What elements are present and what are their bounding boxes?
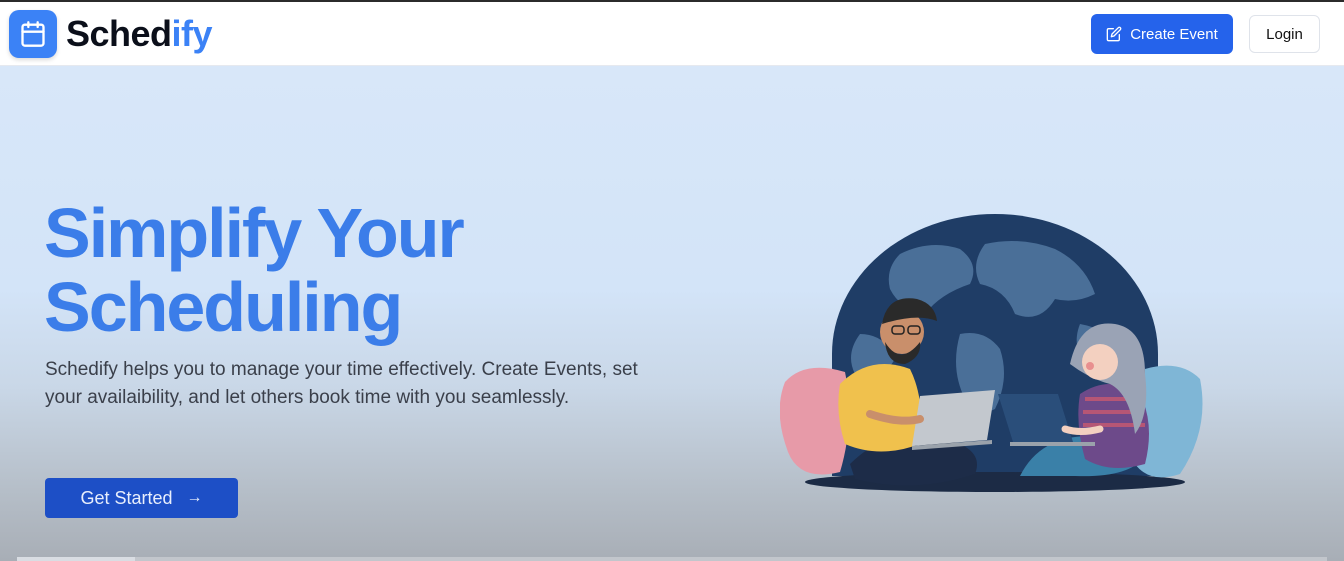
get-started-label: Get Started (80, 487, 173, 508)
hero-title: Simplify Your Scheduling (44, 196, 604, 344)
login-button[interactable]: Login (1249, 15, 1320, 53)
calendar-icon (9, 10, 57, 58)
create-event-label: Create Event (1130, 25, 1218, 43)
create-event-button[interactable]: Create Event (1091, 14, 1233, 54)
navbar: Schedify Create Event Login (0, 2, 1344, 66)
hero-illustration (780, 214, 1203, 492)
brand-name-accent: ify (171, 13, 213, 54)
hero-title-line2: Scheduling (44, 268, 403, 346)
get-started-button[interactable]: Get Started → (45, 478, 238, 518)
hero-section: Simplify Your Scheduling Schedify helps … (0, 66, 1344, 561)
horizontal-scrollbar-thumb[interactable] (17, 557, 135, 561)
brand-logo-link[interactable]: Schedify (9, 10, 213, 58)
hero-description: Schedify helps you to manage your time e… (45, 359, 638, 408)
hero-title-line1: Simplify Your (44, 194, 465, 272)
edit-icon (1106, 26, 1122, 42)
arrow-right-icon: → (186, 489, 203, 506)
horizontal-scrollbar-track[interactable] (135, 557, 1327, 561)
brand-name-main: Sched (66, 13, 172, 54)
login-label: Login (1266, 25, 1303, 43)
brand-name: Schedify (66, 13, 213, 55)
